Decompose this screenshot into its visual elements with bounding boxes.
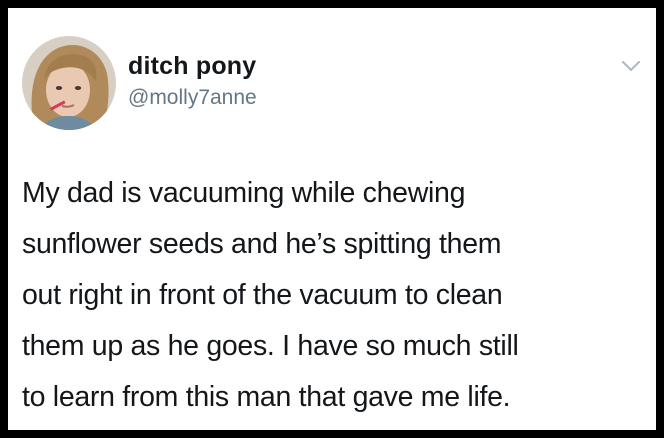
tweet-text-line: My dad is vacuuming while chewing xyxy=(22,177,466,209)
chevron-down-icon[interactable] xyxy=(620,58,642,74)
tweet-text-line: out right in front of the vacuum to clea… xyxy=(22,279,503,311)
user-handle[interactable]: @molly7anne xyxy=(128,86,257,110)
tweet-text-line: to learn from this man that gave me life… xyxy=(22,381,511,413)
tweet-text-line: sunflower seeds and he’s spitting them xyxy=(22,228,502,260)
display-name[interactable]: ditch pony xyxy=(128,52,256,81)
tweet-text: My dad is vacuuming while chewing sunflo… xyxy=(22,168,650,423)
avatar-image xyxy=(22,36,116,130)
tweet-text-line: them up as he goes. I have so much still xyxy=(22,330,519,362)
tweet-card: ditch pony @molly7anne My dad is vacuumi… xyxy=(8,8,656,430)
avatar[interactable] xyxy=(22,36,116,130)
